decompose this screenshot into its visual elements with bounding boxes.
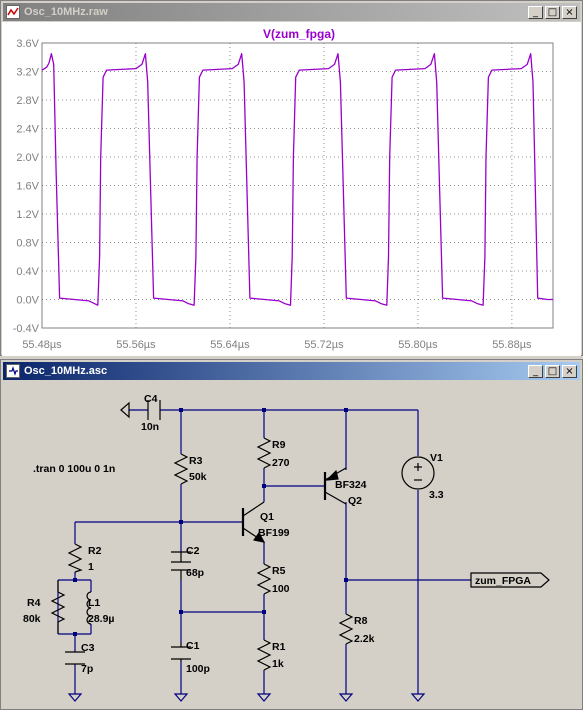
y-tick-label: 3.2V xyxy=(16,67,39,79)
q2-value: BF324 xyxy=(335,479,367,491)
maximize-button[interactable]: □ xyxy=(545,5,560,19)
x-tick-label: 55.48µs xyxy=(22,339,62,351)
y-tick-label: 2.8V xyxy=(16,95,39,107)
minimize-button[interactable]: _ xyxy=(528,364,543,378)
x-tick-label: 55.56µs xyxy=(116,339,156,351)
c2-name: C2 xyxy=(186,545,200,557)
r9-name: R9 xyxy=(272,439,286,451)
q1-name: Q1 xyxy=(260,511,274,523)
q1-value: BF199 xyxy=(258,527,290,539)
r5-value: 100 xyxy=(272,583,290,595)
y-tick-label: 0.8V xyxy=(16,238,39,250)
waveform-window: Osc_10MHz.raw _ □ × V(zum_fpga) -0.4V 0.0… xyxy=(0,0,583,356)
q2-name: Q2 xyxy=(348,495,362,507)
waveform-app-icon xyxy=(6,5,20,19)
v1-name: V1 xyxy=(430,452,443,464)
close-button[interactable]: × xyxy=(562,5,577,19)
c3-value: 7p xyxy=(81,663,93,675)
r5-name: R5 xyxy=(272,565,286,577)
c4-value: 10n xyxy=(141,421,159,433)
r8-name: R8 xyxy=(354,615,368,627)
minimize-button[interactable]: _ xyxy=(528,5,543,19)
r4-value: 80k xyxy=(23,613,41,625)
maximize-button[interactable]: □ xyxy=(545,364,560,378)
y-tick-label: 0.4V xyxy=(16,266,39,278)
schematic-app-icon xyxy=(6,364,20,378)
y-tick-label: 1.6V xyxy=(16,181,39,193)
schematic-window-title: Osc_10MHz.asc xyxy=(24,365,108,377)
y-tick-label: -0.4V xyxy=(13,323,40,335)
y-tick-label: 2.4V xyxy=(16,124,39,136)
x-tick-label: 55.64µs xyxy=(210,339,250,351)
c1-value: 100p xyxy=(186,663,210,675)
r8-value: 2.2k xyxy=(354,633,375,645)
trace-label: V(zum_fpga) xyxy=(263,27,335,41)
c2-value: 68p xyxy=(186,567,204,579)
r1-name: R1 xyxy=(272,641,286,653)
net-label-zum-fpga: zum_FPGA xyxy=(475,575,531,587)
l1-name: L1 xyxy=(88,597,100,609)
l1-value: 28.9µ xyxy=(88,613,115,625)
y-tick-label: 0.0V xyxy=(16,295,39,307)
r1-value: 1k xyxy=(272,658,284,670)
schematic-window: Osc_10MHz.asc _ □ × C4 10n R3 50k R9 270… xyxy=(0,359,583,710)
r3-value: 50k xyxy=(189,471,207,483)
y-tick-label: 2.0V xyxy=(16,152,39,164)
waveform-window-title: Osc_10MHz.raw xyxy=(24,6,108,18)
x-tick-label: 55.72µs xyxy=(304,339,344,351)
y-tick-label: 1.2V xyxy=(16,209,39,221)
v1-value: 3.3 xyxy=(429,489,444,501)
x-tick-label: 55.80µs xyxy=(398,339,438,351)
waveform-titlebar[interactable]: Osc_10MHz.raw _ □ × xyxy=(3,3,580,21)
r2-value: 1 xyxy=(88,561,94,573)
spice-directive[interactable]: .tran 0 100u 0 1n xyxy=(33,463,115,475)
c1-name: C1 xyxy=(186,640,200,652)
x-tick-label: 55.88µs xyxy=(492,339,532,351)
schematic-titlebar[interactable]: Osc_10MHz.asc _ □ × xyxy=(3,362,580,380)
schematic-canvas[interactable]: C4 10n R3 50k R9 270 Q1 BF199 Q2 BF324 V… xyxy=(3,382,580,709)
r2-name: R2 xyxy=(88,545,102,557)
r9-value: 270 xyxy=(272,457,290,469)
c4-name: C4 xyxy=(144,393,158,405)
c3-name: C3 xyxy=(81,642,95,654)
r4-name: R4 xyxy=(27,597,41,609)
r3-name: R3 xyxy=(189,455,203,467)
waveform-plot[interactable]: V(zum_fpga) -0.4V 0.0V 0.4V 0.8V 1.2V 1.6V 2.0… xyxy=(2,22,581,356)
y-tick-label: 3.6V xyxy=(16,38,39,50)
close-button[interactable]: × xyxy=(562,364,577,378)
